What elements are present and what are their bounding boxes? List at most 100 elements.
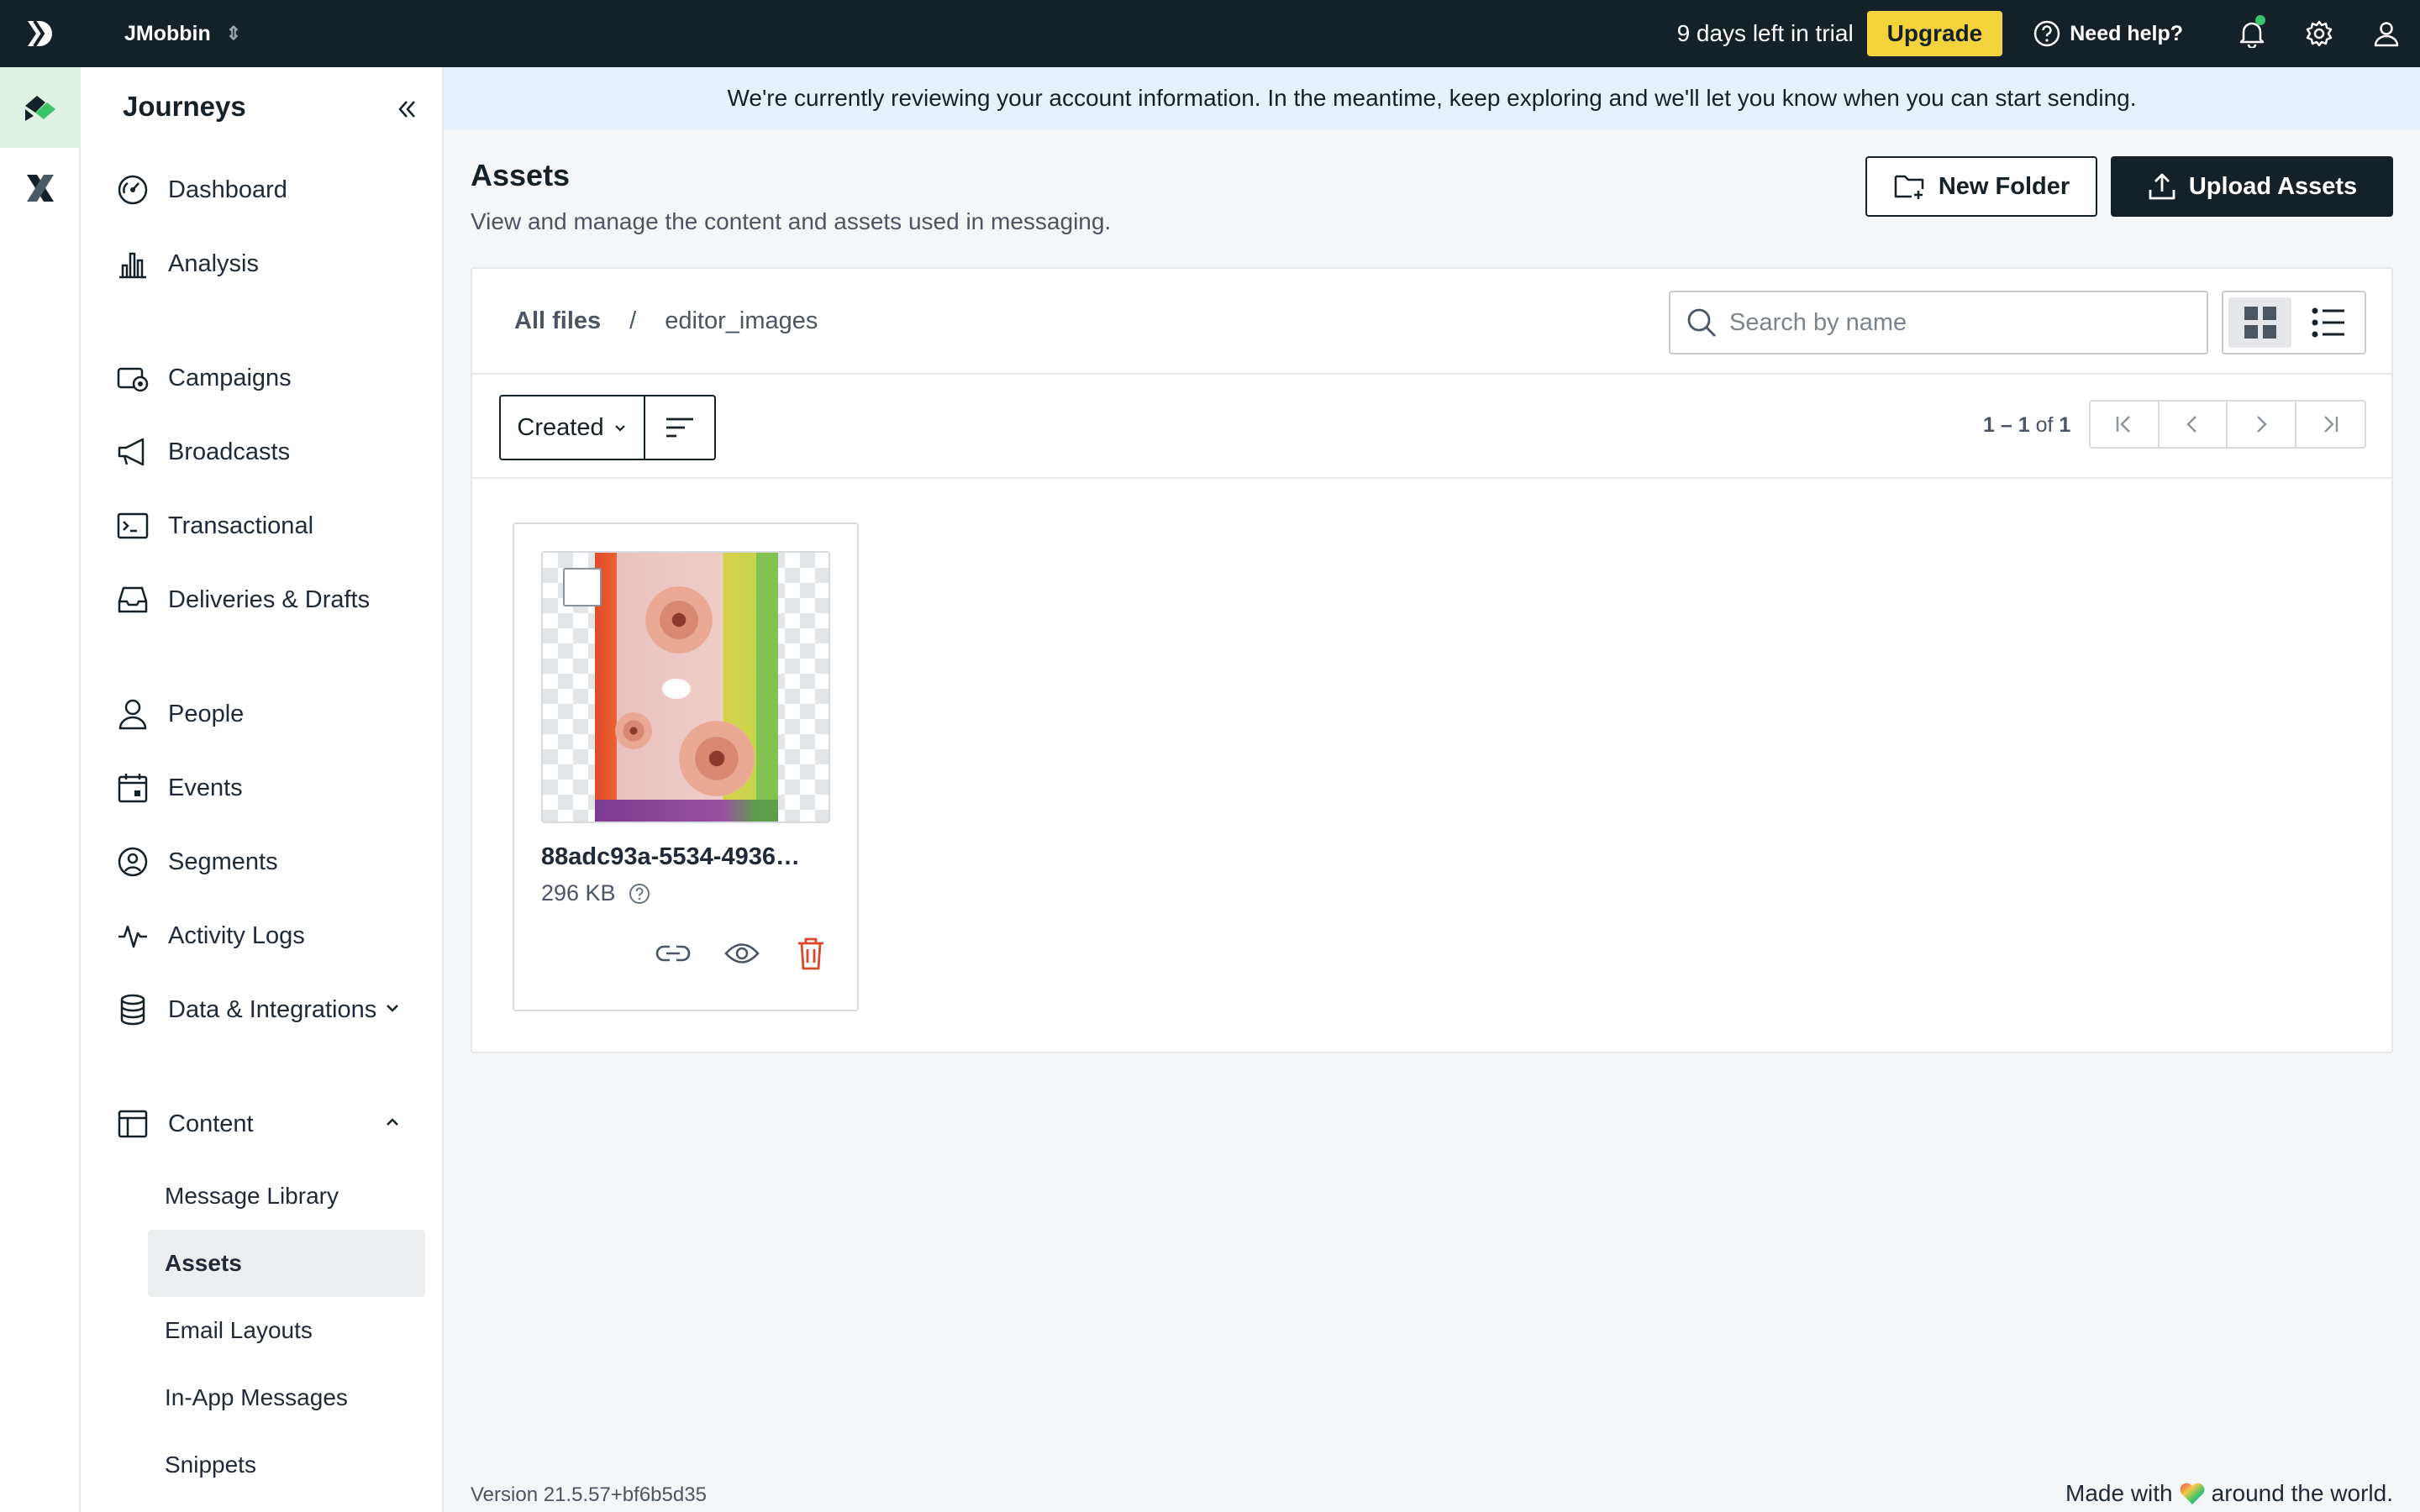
search-input[interactable] [1729, 308, 2200, 337]
rail-integrations[interactable] [0, 148, 81, 228]
collapse-sidebar-button[interactable] [383, 86, 430, 133]
megaphone-icon [116, 435, 150, 469]
sidebar-item-deliveries-drafts[interactable]: Deliveries & Drafts [116, 573, 427, 627]
grid-view-button[interactable] [2228, 297, 2291, 348]
sidebar-item-label: People [168, 700, 245, 727]
sort-field-label: Created [517, 413, 604, 441]
bar-chart-icon [116, 247, 150, 281]
first-page-button[interactable] [2091, 402, 2160, 447]
made-with-footer: Made with around the world. [2065, 1480, 2393, 1507]
need-help-label: Need help? [2070, 21, 2183, 45]
view-toggle [2222, 291, 2366, 354]
segments-icon [116, 845, 150, 879]
pagination-count: 1 – 1 of 1 [1983, 413, 2070, 438]
sidebar-item-dashboard[interactable]: Dashboard [116, 163, 427, 217]
rainbow-heart-icon [2180, 1483, 2205, 1504]
search-field[interactable] [1669, 291, 2208, 354]
notifications-button[interactable] [2218, 0, 2286, 67]
notification-dot [2255, 15, 2265, 25]
workspace-switcher[interactable]: JMobbin ⇕ [124, 22, 241, 46]
help-circle-icon[interactable] [628, 882, 651, 906]
panel-divider [472, 477, 2391, 479]
sidebar-item-label: Data & Integrations [168, 995, 377, 1023]
new-folder-button[interactable]: New Folder [1865, 156, 2097, 217]
sidebar-subitem-message-library[interactable]: Message Library [148, 1163, 425, 1230]
sort-lines-icon [666, 417, 693, 438]
chevron-down-icon [614, 425, 625, 432]
sidebar-item-broadcasts[interactable]: Broadcasts [116, 425, 427, 479]
link-icon [655, 945, 691, 962]
sidebar-subitem-snippets[interactable]: Snippets [148, 1431, 425, 1499]
list-icon [2312, 307, 2344, 338]
panel-divider [472, 373, 2391, 375]
breadcrumb-all-files[interactable]: All files [514, 307, 601, 335]
previous-page-button[interactable] [2160, 402, 2228, 447]
sidebar-title: Journeys [123, 91, 246, 122]
sidebar-item-label: Broadcasts [168, 438, 291, 465]
gear-icon [2306, 20, 2333, 47]
chevron-left-icon [2186, 416, 2197, 433]
sidebar-item-activity-logs[interactable]: Activity Logs [116, 909, 427, 963]
sidebar-item-people[interactable]: People [116, 687, 427, 741]
delete-button[interactable] [788, 931, 834, 976]
preview-button[interactable] [719, 931, 765, 976]
sidebar-item-transactional[interactable]: Transactional [116, 499, 427, 553]
upload-assets-button[interactable]: Upload Assets [2111, 156, 2393, 217]
need-help-button[interactable]: Need help? [2033, 19, 2183, 48]
assets-panel: All files / editor_images Created 1 – 1 … [471, 267, 2393, 1053]
asset-select-checkbox[interactable] [563, 568, 602, 606]
pagination-of: of [2035, 413, 2054, 437]
sidebar-item-campaigns[interactable]: Campaigns [116, 351, 427, 405]
sidebar-item-label: Campaigns [168, 364, 292, 391]
help-circle-icon [2034, 20, 2060, 47]
rail-journeys[interactable] [0, 67, 81, 148]
account-review-banner: We're currently reviewing your account i… [444, 67, 2420, 129]
breadcrumb: All files / editor_images [514, 307, 818, 335]
sort-order-button[interactable] [645, 396, 714, 459]
last-page-button[interactable] [2296, 402, 2365, 447]
journeys-icon [25, 96, 55, 121]
trial-status: 9 days left in trial [1676, 20, 1854, 46]
sidebar-subitem-in-app-messages[interactable]: In-App Messages [148, 1364, 425, 1431]
sidebar-item-label: Deliveries & Drafts [168, 585, 371, 613]
logo-icon [28, 19, 52, 48]
next-page-button[interactable] [2228, 402, 2296, 447]
sidebar-subitem-assets[interactable]: Assets [148, 1230, 425, 1297]
x-connect-icon [27, 175, 54, 202]
terminal-icon [116, 509, 150, 543]
flower-shape [679, 721, 755, 796]
copy-link-button[interactable] [650, 931, 696, 976]
account-button[interactable] [2353, 0, 2420, 67]
list-view-button[interactable] [2296, 297, 2360, 348]
sidebar-item-data-integrations[interactable]: Data & Integrations [116, 983, 427, 1037]
page-title: Assets [471, 158, 571, 192]
asset-name: 88adc93a-5534-4936… [541, 843, 800, 870]
sidebar-subitem-email-layouts[interactable]: Email Layouts [148, 1297, 425, 1364]
app-rail [0, 67, 81, 1512]
grid-icon [2244, 307, 2276, 339]
asset-card[interactable]: 88adc93a-5534-4936… 296 KB [513, 522, 859, 1011]
breadcrumb-current-folder: editor_images [665, 307, 818, 334]
asset-size-row: 296 KB [541, 880, 651, 906]
sort-field-select[interactable]: Created [501, 396, 645, 459]
sidebar-item-events[interactable]: Events [116, 761, 427, 815]
trash-icon [798, 937, 823, 970]
asset-thumbnail[interactable] [541, 551, 830, 823]
sidebar-item-analysis[interactable]: Analysis [116, 237, 427, 291]
sidebar-item-segments[interactable]: Segments [116, 835, 427, 889]
sidebar-item-label: Content [168, 1110, 254, 1137]
inbox-icon [116, 583, 150, 617]
pulse-icon [116, 919, 150, 953]
settings-button[interactable] [2286, 0, 2353, 67]
upgrade-button[interactable]: Upgrade [1866, 11, 2003, 56]
pagination-controls [2089, 400, 2366, 449]
new-folder-label: New Folder [1938, 172, 2070, 200]
app-logo[interactable] [0, 0, 81, 67]
flower-shape [645, 586, 713, 654]
layout-icon [116, 1107, 150, 1141]
workspace-name: JMobbin [124, 21, 211, 45]
sidebar-item-content[interactable]: Content [116, 1097, 427, 1151]
made-with-post: around the world. [2211, 1480, 2393, 1506]
database-icon [116, 993, 150, 1026]
sidebar-item-label: Transactional [168, 512, 314, 539]
